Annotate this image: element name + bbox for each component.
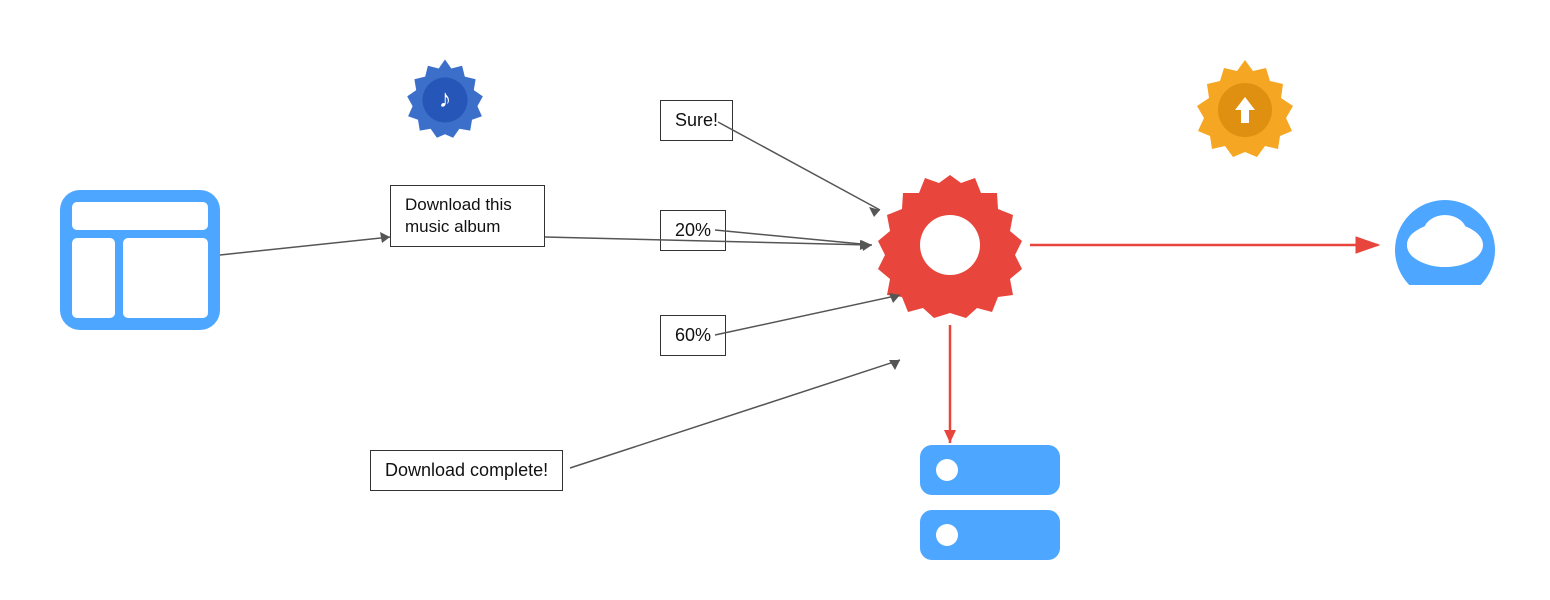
storage-item-1 — [920, 445, 1060, 495]
arrows-overlay — [0, 0, 1550, 600]
browser-top-bar — [72, 202, 208, 230]
download-badge-icon — [1190, 55, 1300, 165]
download-badge-svg — [1190, 55, 1300, 165]
browser-left-panel — [72, 238, 115, 318]
download-complete-label: Download complete! — [385, 460, 548, 480]
cloud-svg — [1380, 185, 1510, 285]
twenty-percent-text-box: 20% — [660, 210, 726, 251]
music-badge-svg: ♪ — [400, 55, 490, 145]
twenty-percent-label: 20% — [675, 220, 711, 240]
download-complete-text-box: Download complete! — [370, 450, 563, 491]
storage-item-2 — [920, 510, 1060, 560]
sixty-percent-text-box: 60% — [660, 315, 726, 356]
sure-text-box: Sure! — [660, 100, 733, 141]
sure-label: Sure! — [675, 110, 718, 130]
download-album-label: Download this music album — [405, 195, 512, 236]
sixty-percent-label: 60% — [675, 325, 711, 345]
browser-right-panel — [123, 238, 208, 318]
music-badge-icon: ♪ — [400, 55, 490, 145]
cloud-icon — [1380, 185, 1510, 285]
browser-app-icon — [60, 190, 220, 330]
diagram-container: ♪ Download this music album Sure! 20% 60… — [0, 0, 1550, 600]
storage-dot-2 — [936, 524, 958, 546]
gear-svg — [870, 165, 1030, 325]
storage-dot-1 — [936, 459, 958, 481]
browser-bottom-area — [72, 238, 208, 318]
download-album-text-box: Download this music album — [390, 185, 545, 247]
svg-text:♪: ♪ — [439, 85, 452, 113]
processing-gear-icon — [870, 165, 1030, 325]
